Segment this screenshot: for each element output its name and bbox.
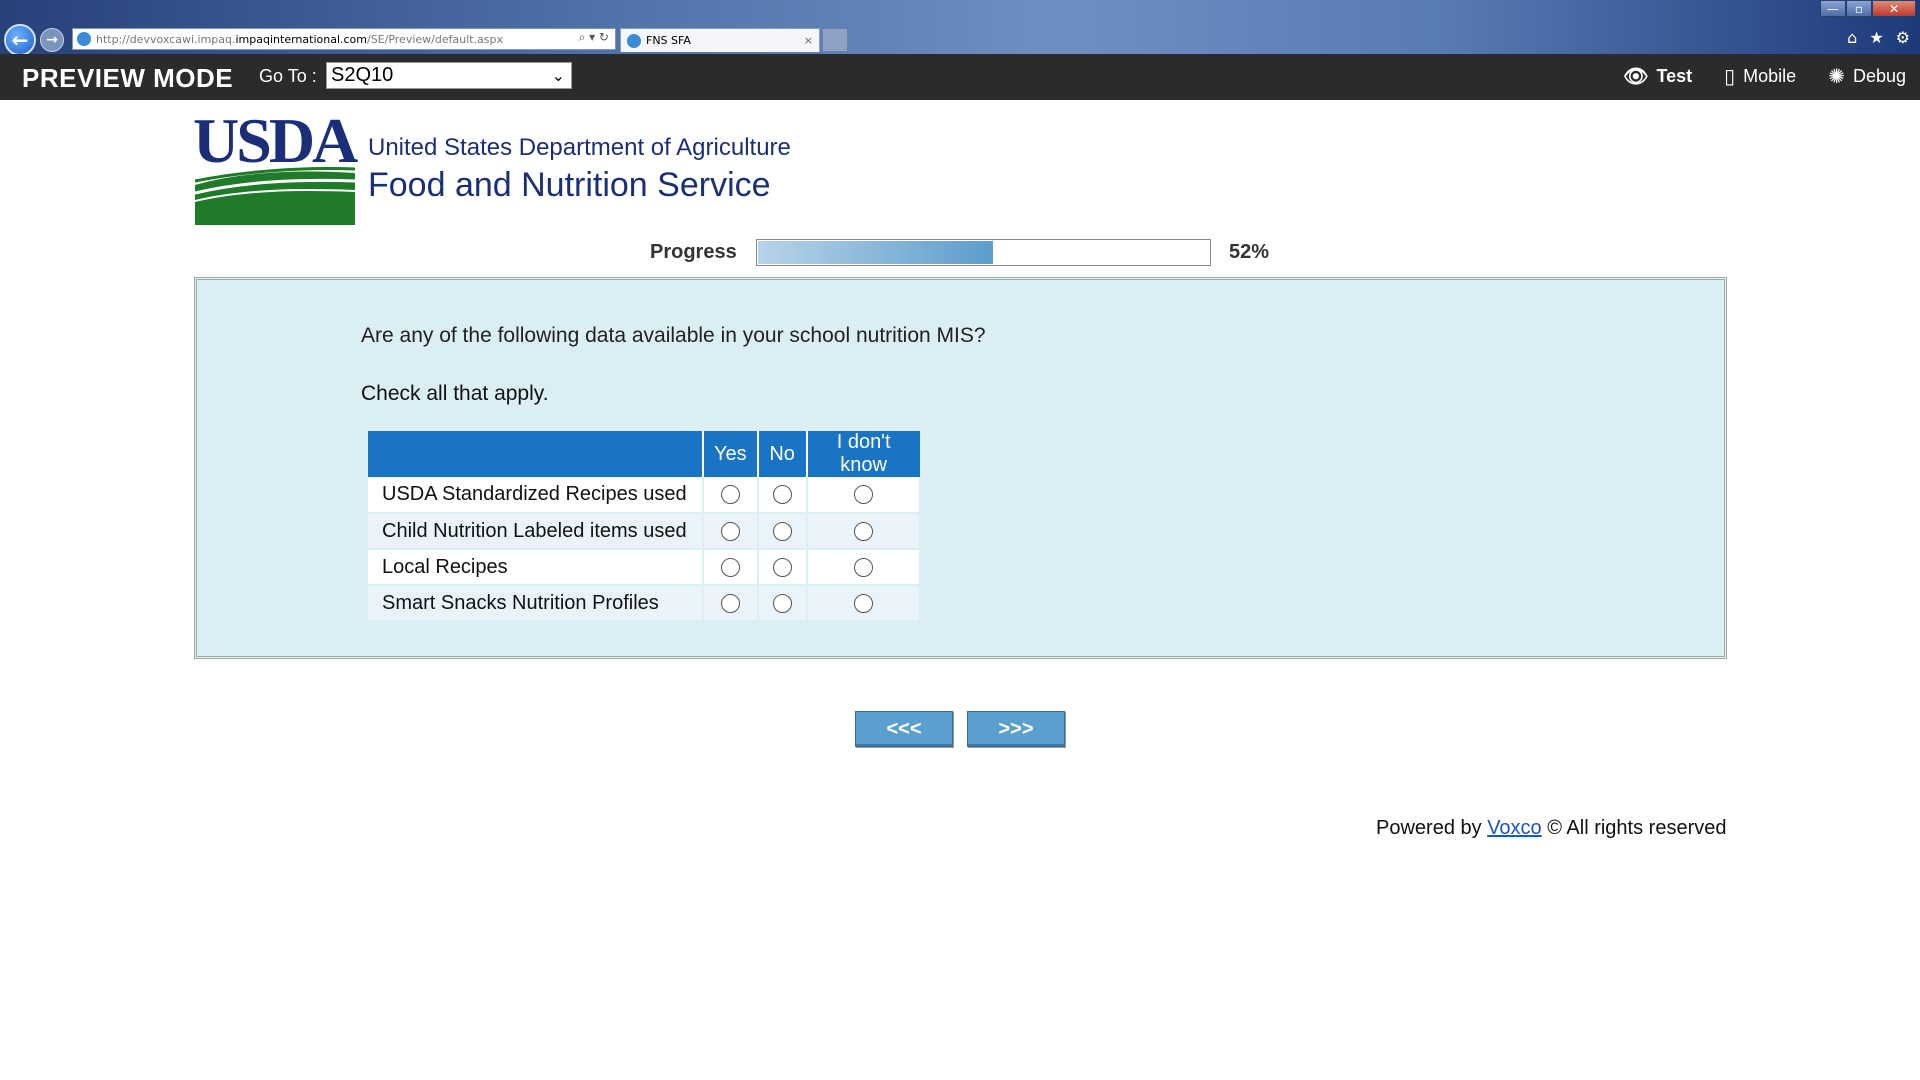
forward-button[interactable]: → — [40, 28, 64, 52]
mobile-mode-link[interactable]: ▯ Mobile — [1724, 64, 1796, 88]
radio-yes[interactable] — [720, 485, 740, 505]
radio-yes[interactable] — [720, 557, 740, 577]
option-cell-no — [757, 549, 808, 586]
question-panel: Are any of the following data available … — [194, 277, 1727, 659]
footer-suffix: © All rights reserved — [1547, 817, 1727, 839]
column-header-dont-know: I don't know — [806, 431, 920, 477]
row-label: Local Recipes — [368, 549, 704, 586]
address-actions[interactable]: ⌕ ▾ ↻ — [579, 30, 609, 45]
url-domain: impaqinternational.com — [235, 32, 367, 46]
option-cell-no — [757, 585, 808, 622]
column-header-yes: Yes — [703, 431, 759, 477]
option-cell-yes — [703, 513, 759, 550]
progress-percent: 52% — [1229, 241, 1270, 263]
maximize-button[interactable]: ▫ — [1846, 0, 1872, 17]
tab-close-icon[interactable]: × — [804, 34, 813, 47]
option-cell-dont-know — [806, 585, 921, 622]
option-cell-yes — [703, 585, 759, 622]
radio-no[interactable] — [772, 521, 792, 541]
option-cell-no — [757, 513, 808, 550]
option-cell-dont-know — [806, 549, 921, 586]
column-header-no: No — [757, 431, 808, 477]
footer: Powered by Voxco © All rights reserved — [1376, 817, 1726, 840]
grid-row: Local Recipes — [368, 549, 921, 586]
back-button[interactable]: ← — [4, 24, 36, 56]
url-prefix: http://devvoxcawi.impaq. — [96, 32, 236, 46]
previous-page-button[interactable]: <<< — [855, 711, 953, 747]
debug-mode-link[interactable]: ✺ Debug — [1828, 64, 1906, 88]
grid-header-row: Yes No I don't know — [368, 431, 920, 477]
option-cell-yes — [703, 477, 759, 514]
usda-logo: USDA United States Department of Agricul… — [193, 105, 793, 230]
close-window-button[interactable]: ✕ — [1872, 0, 1916, 17]
radio-no[interactable] — [772, 557, 792, 577]
mode-links: 👁 Test ▯ Mobile ✺ Debug — [1623, 64, 1906, 88]
radio-yes[interactable] — [720, 521, 740, 541]
row-label: Smart Snacks Nutrition Profiles — [368, 585, 704, 622]
answer-grid: Yes No I don't know USDA Standardized Re… — [368, 431, 921, 622]
next-page-button[interactable]: >>> — [967, 711, 1065, 747]
instruction-text: Check all that apply. — [361, 382, 549, 405]
preview-mode-title: PREVIEW MODE — [22, 63, 234, 93]
settings-gear-icon[interactable]: ⚙ — [1896, 28, 1910, 47]
row-label: USDA Standardized Recipes used — [368, 477, 704, 514]
home-icon[interactable]: ⌂ — [1847, 28, 1857, 47]
usda-mark: USDA — [193, 105, 358, 225]
browser-tab[interactable]: FNS SFA × — [620, 28, 820, 52]
progress-fill — [758, 241, 993, 264]
back-arrow-icon: ← — [11, 28, 29, 52]
chevron-down-icon: ⌄ — [551, 66, 565, 85]
radio-dont-know[interactable] — [853, 557, 873, 577]
radio-yes[interactable] — [720, 593, 740, 613]
url-path: /SE/Preview/default.aspx — [366, 32, 504, 46]
grid-header-blank — [368, 431, 704, 477]
option-cell-dont-know — [806, 513, 921, 550]
mobile-icon: ▯ — [1724, 64, 1736, 88]
radio-dont-know[interactable] — [853, 593, 873, 613]
ie-page-icon — [77, 32, 91, 46]
grid-row: USDA Standardized Recipes used — [368, 477, 921, 514]
tab-title: FNS SFA — [646, 34, 691, 47]
option-cell-no — [757, 477, 808, 514]
progress-bar — [756, 239, 1211, 266]
test-mode-link[interactable]: 👁 Test — [1623, 64, 1692, 88]
browser-tools: ⌂ ★ ⚙ — [1847, 28, 1910, 47]
agency-name-line2: Food and Nutrition Service — [368, 166, 771, 204]
grid-row: Child Nutrition Labeled items used — [368, 513, 921, 550]
goto-selected-value: S2Q10 — [331, 64, 394, 86]
browser-toolbar: — ▫ ✕ ← → http://devvoxcawi.impaq. impaqi… — [0, 0, 1920, 56]
row-label: Child Nutrition Labeled items used — [368, 513, 704, 550]
debug-label: Debug — [1852, 65, 1906, 86]
radio-no[interactable] — [772, 485, 792, 505]
goto-label: Go To : — [259, 66, 317, 86]
footer-prefix: Powered by — [1376, 817, 1482, 839]
new-tab-button[interactable] — [822, 28, 848, 52]
option-cell-yes — [703, 549, 759, 586]
minimize-button[interactable]: — — [1820, 0, 1846, 17]
address-bar[interactable]: http://devvoxcawi.impaq. impaqinternation… — [72, 28, 616, 50]
grid-row: Smart Snacks Nutrition Profiles — [368, 585, 921, 622]
radio-dont-know[interactable] — [853, 521, 873, 541]
progress-label: Progress — [650, 241, 737, 263]
window-controls: — ▫ ✕ — [1820, 0, 1916, 18]
usda-field-icon — [195, 167, 355, 225]
test-label: Test — [1656, 65, 1693, 86]
option-cell-dont-know — [806, 477, 921, 514]
agency-name-line1: United States Department of Agriculture — [368, 134, 791, 161]
bug-icon: ✺ — [1828, 64, 1845, 88]
radio-dont-know[interactable] — [853, 485, 873, 505]
mobile-label: Mobile — [1743, 65, 1797, 86]
preview-bar: PREVIEW MODE Go To : S2Q10 ⌄ 👁 Test ▯ Mo… — [0, 54, 1920, 100]
tab-favicon — [627, 33, 641, 48]
favorites-icon[interactable]: ★ — [1869, 28, 1883, 47]
eye-icon: 👁 — [1623, 64, 1649, 88]
forward-arrow-icon: → — [46, 32, 58, 48]
goto-select[interactable]: S2Q10 ⌄ — [326, 62, 572, 89]
voxco-link[interactable]: Voxco — [1487, 817, 1541, 839]
radio-no[interactable] — [772, 593, 792, 613]
question-text: Are any of the following data available … — [361, 324, 986, 347]
